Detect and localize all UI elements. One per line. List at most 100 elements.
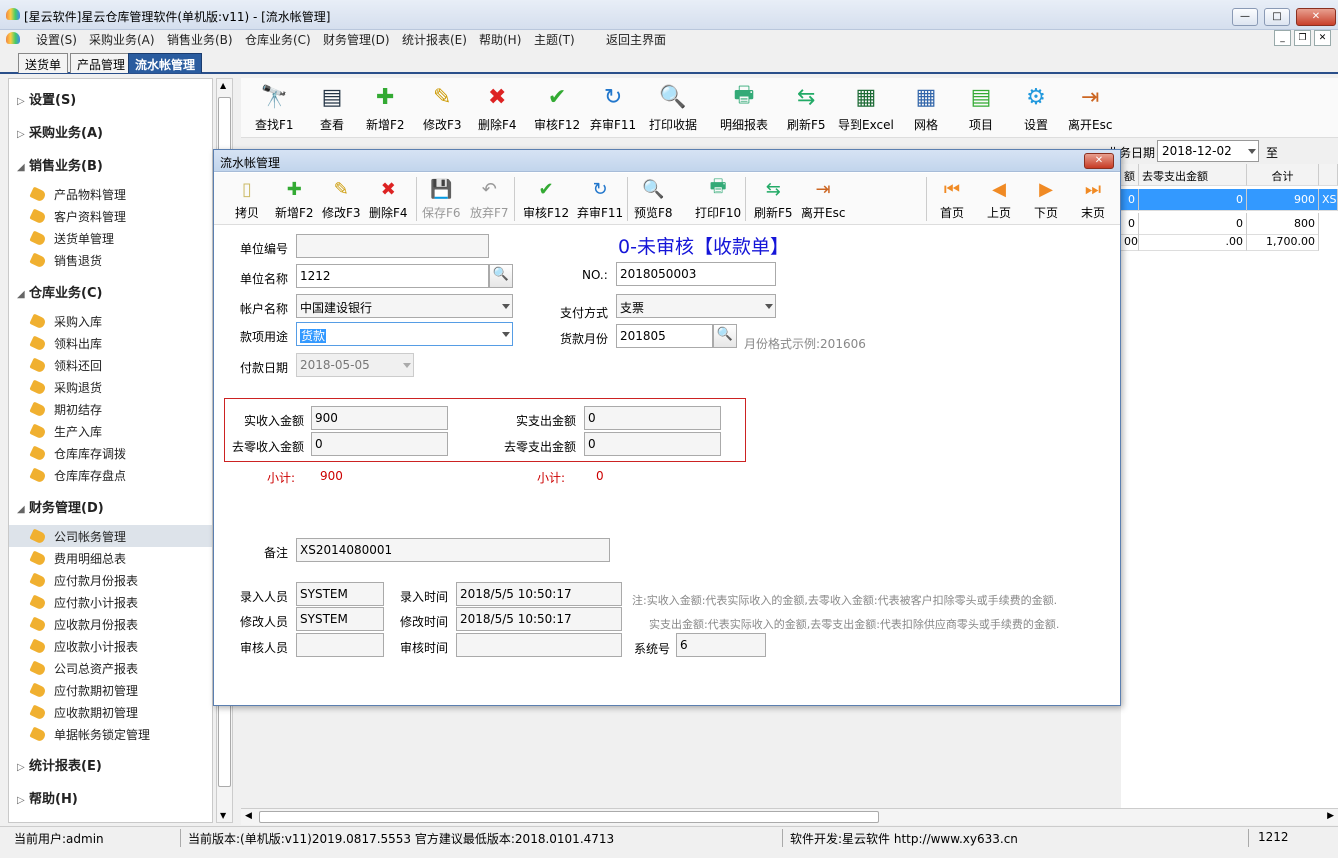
audit-time-field[interactable] <box>456 633 622 657</box>
chevron-down-icon[interactable] <box>502 304 510 309</box>
horizontal-scrollbar[interactable]: ◀ ▶ <box>241 808 1338 825</box>
modified-user-field[interactable]: SYSTEM <box>296 607 384 631</box>
menu-theme[interactable]: 主题(T) <box>534 31 575 48</box>
table-cell[interactable]: 0 <box>1139 189 1247 211</box>
entry-time-field[interactable]: 2018/5/5 10:50:17 <box>456 582 622 606</box>
unit-name-field[interactable]: 1212 <box>296 264 489 288</box>
detail-report-button[interactable]: 🖶 明细报表 <box>720 82 768 133</box>
mdi-minimize-button[interactable]: _ <box>1274 30 1291 46</box>
rounded-expense-field[interactable]: 0 <box>584 432 721 456</box>
unaudit-button[interactable]: ↻ 弃审F11 <box>590 82 636 133</box>
unit-search-button[interactable]: 🔍 <box>489 264 513 288</box>
column-header[interactable]: 合计 <box>1247 164 1319 186</box>
sidebar-item[interactable]: 仓库库存盘点 <box>29 467 126 484</box>
sidebar-item[interactable]: 应收款期初管理 <box>29 704 138 721</box>
entry-user-field[interactable]: SYSTEM <box>296 582 384 606</box>
sidebar-group-finance[interactable]: ◢ 财务管理(D) <box>17 497 104 516</box>
modified-time-field[interactable]: 2018/5/5 10:50:17 <box>456 607 622 631</box>
rounded-income-field[interactable]: 0 <box>311 432 448 456</box>
sidebar-item[interactable]: 送货单管理 <box>29 230 114 247</box>
sidebar-group-warehouse[interactable]: ◢ 仓库业务(C) <box>17 282 102 301</box>
sidebar-group-purchase[interactable]: ▷ 采购业务(A) <box>17 122 103 141</box>
table-cell[interactable]: 900 <box>1247 189 1319 211</box>
sidebar-group-settings[interactable]: ▷ 设置(S) <box>17 89 76 108</box>
minimize-button[interactable]: — <box>1232 8 1258 26</box>
chevron-down-icon[interactable] <box>765 304 773 309</box>
sidebar-group-sales[interactable]: ◢ 销售业务(B) <box>17 155 103 174</box>
pay-date-picker[interactable]: 2018-05-05 <box>296 353 414 377</box>
export-excel-button[interactable]: ▦ 导到Excel <box>838 82 894 133</box>
sidebar-item[interactable]: 采购入库 <box>29 313 102 330</box>
sidebar-group-help[interactable]: ▷ 帮助(H) <box>17 788 78 807</box>
mdi-close-button[interactable]: ✕ <box>1314 30 1331 46</box>
dialog-refresh-button[interactable]: ⇆ 刷新F5 <box>754 177 793 221</box>
delete-button[interactable]: ✖ 删除F4 <box>478 82 517 133</box>
find-button[interactable]: 🔭 查找F1 <box>255 82 294 133</box>
prev-page-button[interactable]: ◀ 上页 <box>986 177 1012 221</box>
no-field[interactable]: 2018050003 <box>616 262 776 286</box>
sidebar-item[interactable]: 应付款小计报表 <box>29 594 138 611</box>
chevron-down-icon[interactable] <box>1248 149 1256 154</box>
dialog-audit-button[interactable]: ✔ 审核F12 <box>523 177 569 221</box>
scroll-right-icon[interactable]: ▶ <box>1327 811 1334 821</box>
sidebar-item[interactable]: 销售退货 <box>29 252 102 269</box>
memo-field[interactable]: XS2014080001 <box>296 538 610 562</box>
chevron-down-icon[interactable] <box>502 332 510 337</box>
menu-sales[interactable]: 销售业务(B) <box>167 31 233 48</box>
first-page-button[interactable]: ⏮ 首页 <box>939 177 965 221</box>
menu-purchase[interactable]: 采购业务(A) <box>89 31 155 48</box>
menu-help[interactable]: 帮助(H) <box>479 31 521 48</box>
sidebar-item[interactable]: 应收款小计报表 <box>29 638 138 655</box>
column-header[interactable]: 去零支出金额 <box>1139 164 1247 186</box>
dialog-unaudit-button[interactable]: ↻ 弃审F11 <box>577 177 623 221</box>
actual-income-field[interactable]: 900 <box>311 406 448 430</box>
system-no-field[interactable]: 6 <box>676 633 766 657</box>
table-cell[interactable]: XS201 <box>1319 189 1338 211</box>
account-select[interactable]: 中国建设银行 <box>296 294 513 318</box>
menu-finance[interactable]: 财务管理(D) <box>323 31 390 48</box>
tab-ledger[interactable]: 流水帐管理 <box>128 53 203 73</box>
close-button[interactable]: ✕ <box>1296 8 1336 26</box>
sidebar-item[interactable]: 公司总资产报表 <box>29 660 138 677</box>
project-button[interactable]: ▤ 项目 <box>966 82 996 133</box>
scroll-left-icon[interactable]: ◀ <box>245 811 252 821</box>
sidebar-item[interactable]: 生产入库 <box>29 423 102 440</box>
refresh-button[interactable]: ⇆ 刷新F5 <box>787 82 826 133</box>
dialog-exit-button[interactable]: ⇥ 离开Esc <box>801 177 845 221</box>
goods-month-field[interactable]: 201805 <box>616 324 713 348</box>
chevron-down-icon[interactable] <box>403 363 411 368</box>
grid-button[interactable]: ▦ 网格 <box>911 82 941 133</box>
sidebar-item[interactable]: 单据帐务锁定管理 <box>29 726 150 743</box>
table-cell[interactable]: 0 <box>1121 189 1139 211</box>
table-cell[interactable]: 0 <box>1121 213 1139 235</box>
table-cell[interactable]: 800 <box>1247 213 1319 235</box>
menu-reports[interactable]: 统计报表(E) <box>402 31 467 48</box>
scroll-up-icon[interactable]: ▲ <box>220 81 226 90</box>
exit-button[interactable]: ⇥ 离开Esc <box>1068 82 1112 133</box>
sidebar-item[interactable]: 产品物料管理 <box>29 186 126 203</box>
actual-expense-field[interactable]: 0 <box>584 406 721 430</box>
sidebar-item[interactable]: 期初结存 <box>29 401 102 418</box>
dialog-preview-button[interactable]: 🔍 预览F8 <box>634 177 673 221</box>
view-button[interactable]: ▤ 查看 <box>317 82 347 133</box>
menu-home[interactable]: 返回主界面 <box>606 31 666 48</box>
sidebar-item[interactable]: 应付款月份报表 <box>29 572 138 589</box>
auditor-field[interactable] <box>296 633 384 657</box>
sidebar-item[interactable]: 应付款期初管理 <box>29 682 138 699</box>
sidebar-item[interactable]: 领料还回 <box>29 357 102 374</box>
dialog-discard-button[interactable]: ↶ 放弃F7 <box>470 177 509 221</box>
column-header[interactable]: 额 <box>1121 164 1139 186</box>
sidebar-item-selected[interactable]: 公司帐务管理 <box>9 525 212 547</box>
sidebar-item[interactable]: 采购退货 <box>29 379 102 396</box>
dialog-close-button[interactable]: ✕ <box>1084 153 1114 169</box>
dialog-print-button[interactable]: 🖶 打印F10 <box>695 176 741 221</box>
column-header[interactable] <box>1319 164 1338 186</box>
sidebar-item[interactable]: 应收款月份报表 <box>29 616 138 633</box>
sidebar-item[interactable]: 仓库库存调拨 <box>29 445 126 462</box>
sidebar-item[interactable]: 领料出库 <box>29 335 102 352</box>
add-button[interactable]: ✚ 新增F2 <box>366 82 405 133</box>
copy-button[interactable]: ▯ 拷贝 <box>234 177 260 221</box>
start-date-picker[interactable]: 2018-12-02 <box>1157 140 1259 162</box>
month-search-button[interactable]: 🔍 <box>713 324 737 348</box>
last-page-button[interactable]: ⏭ 末页 <box>1080 177 1106 221</box>
